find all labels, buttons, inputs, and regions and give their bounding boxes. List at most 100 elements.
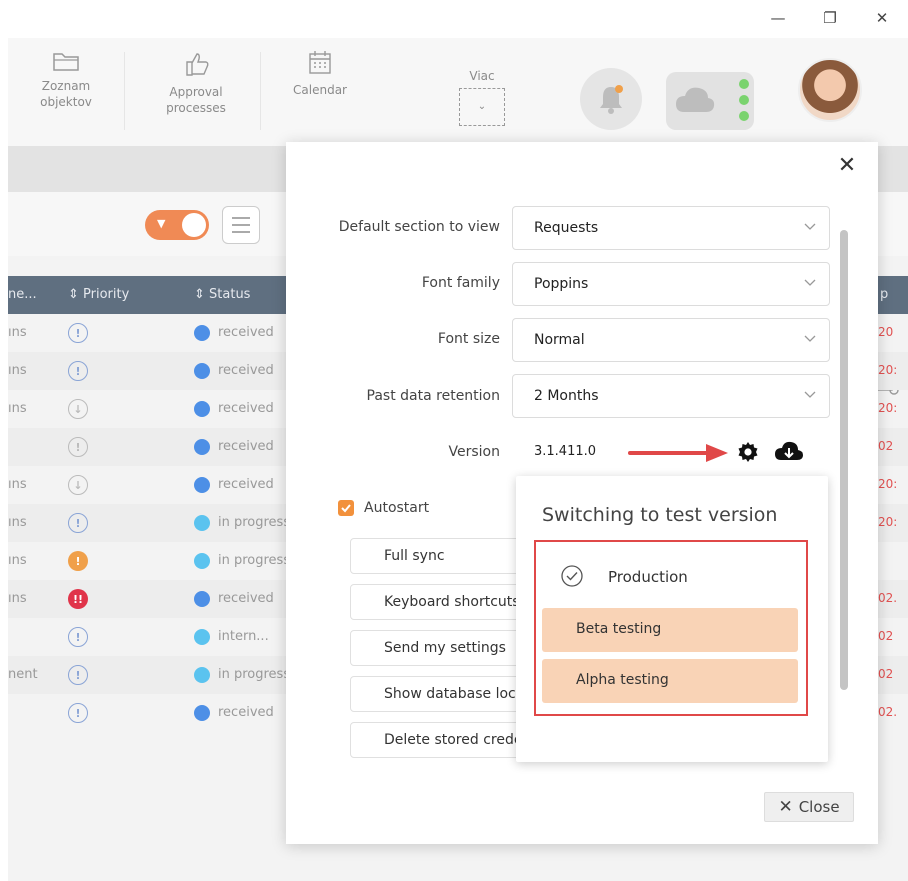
status-dot-icon [194,591,210,607]
more-dropdown[interactable]: ⌄ [459,88,505,126]
cloud-download-icon[interactable] [774,440,804,464]
column-header-status[interactable]: ⇕ Status [194,287,250,302]
status-dot-icon [194,363,210,379]
option-beta-testing[interactable]: Beta testing [542,608,798,652]
priority-icon: !! [68,589,88,609]
show-database-location-button[interactable]: Show database location [350,676,526,712]
owner-cell: ıns [8,591,27,606]
toolbar-item-label: Calendar [293,83,347,97]
restore-button[interactable]: ❐ [804,0,856,36]
select-value: Poppins [534,276,589,292]
bell-icon [600,85,623,114]
status-dot-icon [194,629,210,645]
keyboard-shortcuts-button[interactable]: Keyboard shortcuts [350,584,526,620]
toolbar-item-calendar[interactable]: Calendar [280,50,360,98]
status-dot-icon [194,439,210,455]
priority-icon: ! [68,551,88,571]
option-production[interactable]: Production [542,554,798,598]
option-alpha-testing[interactable]: Alpha testing [542,659,798,703]
date-cell: 02 [878,439,894,453]
option-label: Production [608,568,688,586]
status-cell: received [218,477,274,492]
owner-cell: nent [8,667,38,682]
column-header-right[interactable]: p [880,287,888,302]
select-value: Normal [534,332,585,348]
minimize-button[interactable]: — [752,0,804,36]
date-cell: 20: [878,401,898,415]
close-icon: ✕ [778,797,793,817]
toolbar-divider [124,52,125,130]
cloud-sync-icon [676,79,749,121]
owner-cell: ıns [8,325,27,340]
date-cell: 20: [878,515,898,529]
select-font-family[interactable]: Poppins [512,262,830,306]
highlight-frame: Production Beta testing Alpha testing [534,540,808,716]
close-window-button[interactable]: ✕ [856,0,908,36]
priority-icon: ! [68,437,88,457]
priority-icon: ! [68,703,88,723]
toolbar-divider [260,52,261,130]
chevron-down-icon: ⌄ [477,101,487,112]
list-menu-button[interactable] [222,206,260,244]
date-cell: 02 [878,629,894,643]
notifications-button[interactable] [580,68,642,130]
priority-icon: ↓ [68,475,88,495]
select-value: 2 Months [534,388,599,404]
status-dot-icon [194,553,210,569]
window-controls: — ❐ ✕ [752,0,908,40]
owner-cell: ıns [8,363,27,378]
status-cell: received [218,439,274,454]
version-switch-popup: Switching to test version Production Bet… [516,476,828,762]
chevron-down-icon: ▼ [157,217,166,230]
user-avatar[interactable] [798,58,862,122]
status-dot-icon [194,705,210,721]
date-cell: 20: [878,363,898,377]
calendar-icon [309,51,331,74]
modal-scrollbar[interactable] [840,230,848,690]
column-header-label: Status [209,287,251,302]
popup-title: Switching to test version [542,504,778,526]
autostart-option[interactable]: Autostart [338,500,429,516]
gear-icon[interactable] [736,440,760,464]
column-header-label: Priority [83,287,130,302]
autostart-checkbox[interactable] [338,500,354,516]
field-label-font-family: Font family [421,275,500,291]
sync-status-button[interactable] [666,72,754,130]
autostart-label: Autostart [364,500,430,516]
select-past-data-retention[interactable]: 2 Months [512,374,830,418]
date-cell: 20: [878,477,898,491]
column-header-priority[interactable]: ⇕ Priority [68,287,129,302]
modal-close-button[interactable]: ✕ [832,150,862,180]
field-label-font-size: Font size [437,331,500,347]
folder-icon [53,53,79,71]
footer-close-button[interactable]: ✕ Close [764,792,854,822]
status-cell: intern... [218,629,269,644]
check-circle-icon [561,565,583,587]
toolbar-item-label: Approval processes [166,85,226,115]
select-default-section[interactable]: Requests [512,206,830,250]
chevron-down-icon [804,279,816,286]
chevron-down-icon [804,391,816,398]
priority-icon: ! [68,627,88,647]
toolbar-item-zoznam-objektov[interactable]: Zoznam objektov [28,50,104,110]
filter-toggle[interactable]: ▼ [145,210,209,240]
select-font-size[interactable]: Normal [512,318,830,362]
option-label: Beta testing [576,621,662,637]
toolbar: Zoznam objektov Approval processes Calen… [8,38,908,146]
toolbar-item-label: Zoznam objektov [40,79,92,109]
toolbar-item-approval-processes[interactable]: Approval processes [148,50,244,116]
column-header-owner[interactable]: ne... [8,287,37,302]
delete-stored-credentials-button[interactable]: Delete stored credentials [350,722,526,758]
send-my-settings-button[interactable]: Send my settings [350,630,526,666]
status-cell: received [218,325,274,340]
owner-cell: ıns [8,515,27,530]
owner-cell: ıns [8,401,27,416]
field-label-default-section: Default section to view [338,219,500,235]
toolbar-item-viac[interactable]: Viac ⌄ [446,68,518,126]
status-dot-icon [194,515,210,531]
status-cell: received [218,705,274,720]
full-sync-button[interactable]: Full sync [350,538,526,574]
priority-icon: ! [68,665,88,685]
close-label: Close [798,798,840,816]
chevron-down-icon [804,335,816,342]
